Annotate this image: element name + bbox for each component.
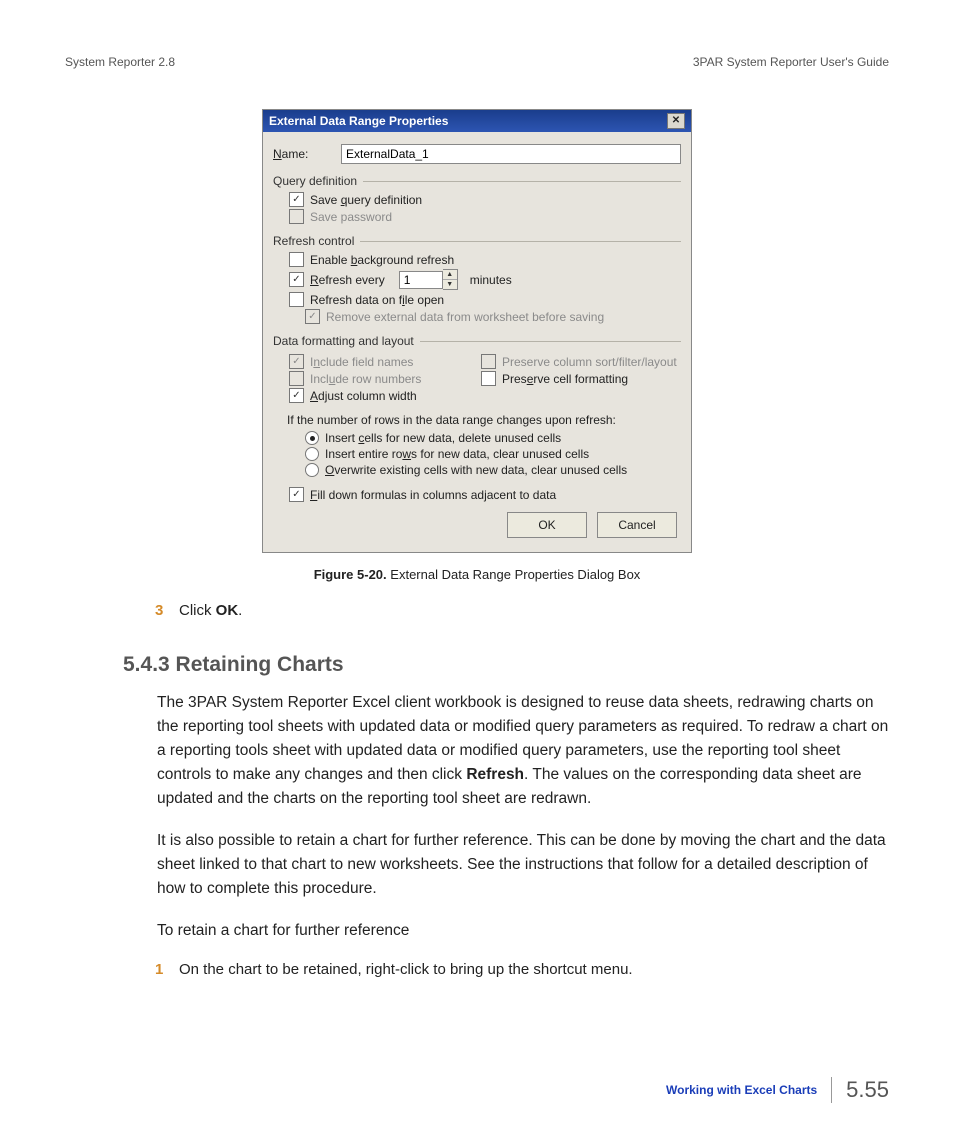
checkbox-label: Adjust column width xyxy=(310,389,417,403)
page-number: 5.55 xyxy=(846,1077,889,1103)
checkbox-icon xyxy=(481,371,496,386)
dialog-body: Name: Query definition ✓ Save query defi… xyxy=(263,132,691,552)
refresh-every-row[interactable]: ✓ Refresh every ▲ ▼ minutes xyxy=(289,269,681,290)
checkbox-icon: ✓ xyxy=(289,354,304,369)
close-icon[interactable]: ✕ xyxy=(667,113,685,129)
footer-link[interactable]: Working with Excel Charts xyxy=(666,1083,817,1097)
group-title: Data formatting and layout xyxy=(273,334,414,348)
save-query-checkbox-row[interactable]: ✓ Save query definition xyxy=(289,192,681,207)
cancel-button[interactable]: Cancel xyxy=(597,512,677,538)
checkbox-icon: ✓ xyxy=(289,388,304,403)
checkbox-label: Refresh every xyxy=(310,273,385,287)
query-definition-group: Query definition ✓ Save query definition… xyxy=(273,174,681,224)
step-text: Click OK. xyxy=(179,602,242,619)
overwrite-cells-radio[interactable]: Overwrite existing cells with new data, … xyxy=(305,463,681,477)
group-title: Refresh control xyxy=(273,234,354,248)
ok-button[interactable]: OK xyxy=(507,512,587,538)
paragraph-3: To retain a chart for further reference xyxy=(157,919,889,943)
checkbox-icon xyxy=(289,252,304,267)
minutes-label: minutes xyxy=(470,273,512,287)
checkbox-icon: ✓ xyxy=(289,192,304,207)
checkbox-label: Include row numbers xyxy=(310,372,421,386)
checkbox-label: Save password xyxy=(310,210,392,224)
page-footer: Working with Excel Charts 5.55 xyxy=(666,1077,889,1103)
radio-label: Insert cells for new data, delete unused… xyxy=(325,431,561,445)
checkbox-label: Preserve column sort/filter/layout xyxy=(502,355,677,369)
step-text: On the chart to be retained, right-click… xyxy=(179,961,633,978)
radio-icon xyxy=(305,463,319,477)
footer-separator xyxy=(831,1077,832,1103)
checkbox-icon: ✓ xyxy=(305,309,320,324)
checkbox-label: Refresh data on file open xyxy=(310,293,444,307)
checkbox-label: Include field names xyxy=(310,355,413,369)
radio-icon xyxy=(305,447,319,461)
checkbox-label: Save query definition xyxy=(310,193,422,207)
refresh-on-open-checkbox-row[interactable]: Refresh data on file open xyxy=(289,292,681,307)
name-row: Name: xyxy=(273,144,681,164)
dialog-button-row: OK Cancel xyxy=(273,512,681,544)
refresh-interval-input[interactable] xyxy=(399,271,443,289)
include-row-numbers-checkbox-row: Include row numbers xyxy=(289,371,477,386)
checkbox-icon xyxy=(481,354,496,369)
dialog-titlebar: External Data Range Properties ✕ xyxy=(263,110,691,132)
remove-external-data-checkbox-row: ✓ Remove external data from worksheet be… xyxy=(305,309,681,324)
save-password-checkbox-row: Save password xyxy=(289,209,681,224)
header-left: System Reporter 2.8 xyxy=(65,55,175,69)
include-field-names-checkbox-row: ✓ Include field names xyxy=(289,354,477,369)
paragraph-2: It is also possible to retain a chart fo… xyxy=(157,829,889,901)
step-number: 1 xyxy=(155,961,179,978)
figure-text: External Data Range Properties Dialog Bo… xyxy=(390,567,640,582)
rows-change-intro: If the number of rows in the data range … xyxy=(287,413,681,427)
preserve-cell-formatting-checkbox-row[interactable]: Preserve cell formatting xyxy=(481,371,681,386)
refresh-control-group: Refresh control Enable background refres… xyxy=(273,234,681,324)
step-3: 3 Click OK. xyxy=(155,602,889,619)
dialog-title: External Data Range Properties xyxy=(269,114,448,128)
document-page: System Reporter 2.8 3PAR System Reporter… xyxy=(0,0,954,1145)
checkbox-label: Preserve cell formatting xyxy=(502,372,628,386)
fill-down-formulas-checkbox-row[interactable]: ✓ Fill down formulas in columns adjacent… xyxy=(289,487,681,502)
radio-label: Insert entire rows for new data, clear u… xyxy=(325,447,589,461)
name-input[interactable] xyxy=(341,144,681,164)
checkbox-icon: ✓ xyxy=(289,272,304,287)
figure-label: Figure 5-20. xyxy=(314,567,387,582)
checkbox-icon: ✓ xyxy=(289,487,304,502)
checkbox-label: Fill down formulas in columns adjacent t… xyxy=(310,488,556,502)
adjust-column-width-checkbox-row[interactable]: ✓ Adjust column width xyxy=(289,388,477,403)
dialog-figure: External Data Range Properties ✕ Name: Q… xyxy=(65,109,889,553)
header-right: 3PAR System Reporter User's Guide xyxy=(693,55,889,69)
spin-down-icon[interactable]: ▼ xyxy=(443,279,457,289)
name-label: Name: xyxy=(273,147,341,161)
checkbox-icon xyxy=(289,209,304,224)
page-header: System Reporter 2.8 3PAR System Reporter… xyxy=(65,55,889,69)
preserve-sort-checkbox-row: Preserve column sort/filter/layout xyxy=(481,354,681,369)
spin-up-icon[interactable]: ▲ xyxy=(443,270,457,279)
checkbox-label: Remove external data from worksheet befo… xyxy=(326,310,604,324)
step-1: 1 On the chart to be retained, right-cli… xyxy=(155,961,889,978)
data-formatting-group: Data formatting and layout ✓ Include fie… xyxy=(273,334,681,502)
external-data-range-dialog: External Data Range Properties ✕ Name: Q… xyxy=(262,109,692,553)
insert-cells-radio[interactable]: Insert cells for new data, delete unused… xyxy=(305,431,681,445)
checkbox-icon xyxy=(289,371,304,386)
group-title: Query definition xyxy=(273,174,357,188)
radio-label: Overwrite existing cells with new data, … xyxy=(325,463,627,477)
checkbox-label: Enable background refresh xyxy=(310,253,454,267)
radio-icon xyxy=(305,431,319,445)
section-heading: 5.4.3 Retaining Charts xyxy=(123,653,889,677)
step-number: 3 xyxy=(155,602,179,619)
figure-caption: Figure 5-20. External Data Range Propert… xyxy=(65,567,889,582)
checkbox-icon xyxy=(289,292,304,307)
refresh-interval-spinner[interactable]: ▲ ▼ xyxy=(385,269,458,290)
background-refresh-checkbox-row[interactable]: Enable background refresh xyxy=(289,252,681,267)
paragraph-1: The 3PAR System Reporter Excel client wo… xyxy=(157,691,889,811)
insert-rows-radio[interactable]: Insert entire rows for new data, clear u… xyxy=(305,447,681,461)
